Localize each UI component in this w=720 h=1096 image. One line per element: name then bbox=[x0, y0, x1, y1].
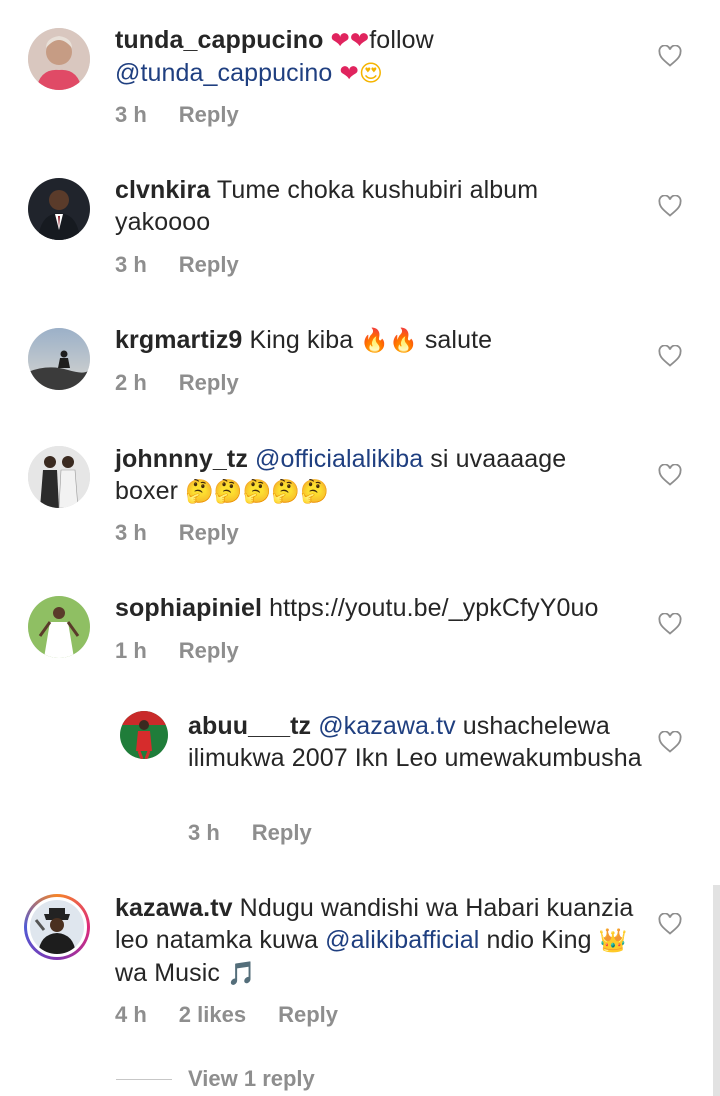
reply-button[interactable]: Reply bbox=[179, 370, 239, 395]
comment-time: 4 h bbox=[115, 1002, 147, 1027]
comment-username[interactable]: johnnny_tz bbox=[115, 445, 248, 473]
avatar-image bbox=[28, 328, 90, 390]
comment-username[interactable]: krgmartiz9 bbox=[115, 326, 242, 354]
divider-line bbox=[116, 1078, 172, 1080]
fire-emoji-icon: 🔥🔥 bbox=[360, 328, 418, 354]
comment-text-segment: follow bbox=[369, 26, 434, 54]
view-replies-button[interactable]: View 1 reply bbox=[116, 1066, 315, 1092]
likes-count[interactable]: 2 likes bbox=[179, 1002, 246, 1027]
comment-text-segment: ndio King bbox=[479, 926, 599, 954]
comment-text: King kiba 🔥🔥 salute bbox=[242, 326, 492, 354]
mention-link[interactable]: @officialalikiba bbox=[255, 445, 423, 473]
mention-link[interactable]: @kazawa.tv bbox=[318, 712, 456, 740]
comment-username[interactable]: abuu___tz bbox=[188, 712, 311, 740]
comment-text-segment: https://youtu.be/_ypkCfyY0uo bbox=[262, 594, 599, 622]
comment-time: 3 h bbox=[115, 102, 147, 127]
comment-time: 3 h bbox=[115, 520, 147, 545]
avatar-image bbox=[28, 28, 90, 90]
crown-emoji-icon: 👑 bbox=[598, 928, 628, 954]
comment-text-segment bbox=[323, 26, 330, 54]
heart-eyes-emoji-icon: 😍 bbox=[358, 61, 383, 87]
story-ring-avatar[interactable] bbox=[24, 894, 90, 960]
comment-text: https://youtu.be/_ypkCfyY0uo bbox=[262, 594, 598, 622]
mention-link[interactable]: @alikibafficial bbox=[325, 926, 479, 954]
like-heart-icon[interactable] bbox=[658, 45, 682, 67]
comment-time: 2 h bbox=[115, 370, 147, 395]
reply-button[interactable]: Reply bbox=[278, 1002, 338, 1027]
comment-username[interactable]: clvnkira bbox=[115, 176, 210, 204]
avatar-image bbox=[28, 178, 90, 240]
comment-time: 3 h bbox=[188, 820, 220, 845]
red-hearts-emoji-icon: ❤❤ bbox=[330, 28, 370, 54]
reply-button[interactable]: Reply bbox=[179, 638, 239, 663]
mention-link[interactable]: @tunda_cappucino bbox=[115, 59, 332, 87]
comment-text-segment bbox=[248, 445, 255, 473]
scrollbar[interactable] bbox=[713, 885, 720, 1096]
comment-text-segment: wa Music bbox=[115, 959, 228, 987]
comment-username[interactable]: kazawa.tv bbox=[115, 894, 233, 922]
reply-button[interactable]: Reply bbox=[179, 252, 239, 277]
like-heart-icon[interactable] bbox=[658, 613, 682, 635]
comment-username[interactable]: tunda_cappucino bbox=[115, 26, 323, 54]
avatar[interactable] bbox=[28, 178, 90, 240]
like-heart-icon[interactable] bbox=[658, 913, 682, 935]
red-heart-emoji-icon: ❤ bbox=[339, 61, 359, 87]
reply-button[interactable]: Reply bbox=[179, 520, 239, 545]
music-note-emoji-icon: 🎵 bbox=[227, 961, 256, 987]
comment-time: 3 h bbox=[115, 252, 147, 277]
avatar-image bbox=[120, 711, 168, 759]
reply-button[interactable]: Reply bbox=[252, 820, 312, 845]
view-replies-label: View 1 reply bbox=[188, 1066, 315, 1091]
avatar-image bbox=[30, 900, 84, 954]
like-heart-icon[interactable] bbox=[658, 345, 682, 367]
like-heart-icon[interactable] bbox=[658, 464, 682, 486]
avatar-image bbox=[28, 596, 90, 658]
comment-time: 1 h bbox=[115, 638, 147, 663]
reply-button[interactable]: Reply bbox=[179, 102, 239, 127]
comment-username[interactable]: sophiapiniel bbox=[115, 594, 262, 622]
like-heart-icon[interactable] bbox=[658, 195, 682, 217]
comment-text-segment: salute bbox=[417, 326, 493, 354]
like-heart-icon[interactable] bbox=[658, 731, 682, 753]
avatar[interactable] bbox=[28, 446, 90, 508]
comment-text-segment: King kiba bbox=[242, 326, 361, 354]
avatar[interactable] bbox=[28, 596, 90, 658]
avatar-image bbox=[28, 446, 90, 508]
thinking-face-emoji-icon: 🤔🤔🤔🤔🤔 bbox=[185, 479, 329, 505]
avatar[interactable] bbox=[28, 28, 90, 90]
avatar[interactable] bbox=[28, 328, 90, 390]
avatar[interactable] bbox=[120, 711, 168, 759]
